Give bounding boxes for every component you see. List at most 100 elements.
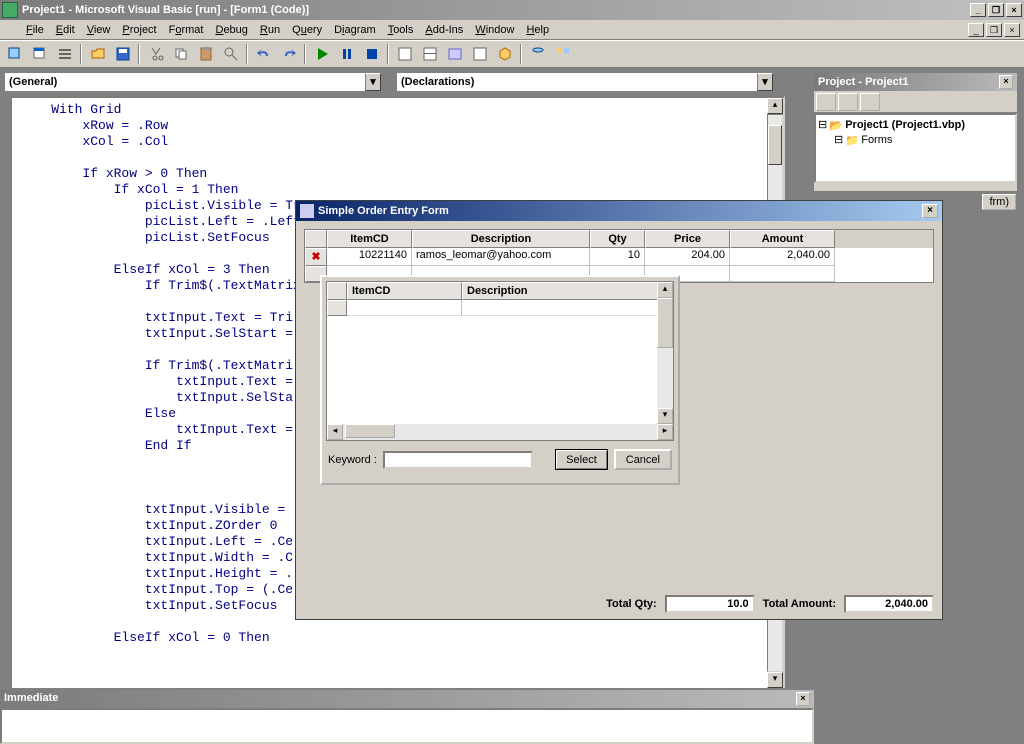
cell-qty[interactable]: 10: [590, 248, 645, 266]
end-button[interactable]: [360, 43, 383, 65]
add-form-button[interactable]: [28, 43, 51, 65]
cell-itemcd[interactable]: 10221140: [327, 248, 412, 266]
cancel-button[interactable]: Cancel: [614, 449, 672, 470]
table-row[interactable]: [327, 300, 673, 316]
cell-amount[interactable]: 2,040.00: [730, 248, 835, 266]
toolbar: [0, 40, 1024, 68]
immediate-body[interactable]: [0, 708, 814, 744]
lookup-header-marker: [327, 282, 347, 300]
save-button[interactable]: [111, 43, 134, 65]
menubar: File Edit View Project Format Debug Run …: [0, 20, 1024, 40]
object-combo-value: (General): [9, 76, 57, 88]
break-button[interactable]: [335, 43, 358, 65]
copy-button[interactable]: [169, 43, 192, 65]
table-row[interactable]: ✖ 10221140 ramos_leomar@yahoo.com 10 204…: [305, 248, 933, 266]
chevron-down-icon[interactable]: ▾: [757, 73, 773, 91]
keyword-label: Keyword :: [328, 454, 377, 466]
close-icon[interactable]: ×: [922, 204, 938, 218]
total-amount-label: Total Amount:: [763, 598, 836, 610]
scroll-left-icon[interactable]: ◂: [327, 424, 343, 440]
project-explorer: Project - Project1 × ⊟📂Project1 (Project…: [813, 72, 1018, 192]
keyword-input[interactable]: [383, 451, 533, 469]
frm-tab[interactable]: frm): [982, 194, 1016, 210]
app-title: Project1 - Microsoft Visual Basic [run] …: [22, 4, 968, 16]
view-object-button[interactable]: [838, 93, 858, 111]
menu-help[interactable]: Help: [520, 22, 555, 38]
project-pane-title: Project - Project1: [818, 76, 908, 88]
menu-editor-button[interactable]: [53, 43, 76, 65]
grid-header-amount[interactable]: Amount: [730, 230, 835, 248]
horizontal-scrollbar[interactable]: ◂ ▸: [327, 424, 673, 440]
procedure-combo[interactable]: (Declarations) ▾: [396, 72, 774, 92]
close-button[interactable]: ×: [1006, 3, 1022, 17]
add-project-button[interactable]: [3, 43, 26, 65]
total-qty-value: 10.0: [665, 595, 755, 613]
form-titlebar[interactable]: Simple Order Entry Form ×: [296, 201, 942, 221]
undo-button[interactable]: [252, 43, 275, 65]
lookup-header-itemcd[interactable]: ItemCD: [347, 282, 462, 300]
row-marker[interactable]: ✖: [305, 248, 327, 266]
toolbox-button[interactable]: [493, 43, 516, 65]
properties-button[interactable]: [418, 43, 441, 65]
redo-button[interactable]: [277, 43, 300, 65]
select-button[interactable]: Select: [555, 449, 608, 470]
restore-button[interactable]: ❐: [988, 3, 1004, 17]
mdi-restore-button[interactable]: ❐: [986, 23, 1002, 37]
procedure-combo-value: (Declarations): [401, 76, 474, 88]
vertical-scrollbar[interactable]: ▴ ▾: [657, 282, 673, 424]
lookup-grid[interactable]: ItemCD Description ▴ ▾ ◂ ▸: [326, 281, 674, 441]
menu-debug[interactable]: Debug: [209, 22, 253, 38]
project-explorer-button[interactable]: [393, 43, 416, 65]
object-combo[interactable]: (General) ▾: [4, 72, 382, 92]
lookup-header-description[interactable]: Description: [462, 282, 659, 300]
start-button[interactable]: [310, 43, 333, 65]
menu-format[interactable]: Format: [163, 22, 210, 38]
cell-description[interactable]: ramos_leomar@yahoo.com: [412, 248, 590, 266]
grid-header-description[interactable]: Description: [412, 230, 590, 248]
menu-project[interactable]: Project: [116, 22, 162, 38]
form-icon: [2, 22, 18, 38]
scroll-down-icon[interactable]: ▾: [657, 408, 673, 424]
delete-row-icon[interactable]: ✖: [311, 251, 320, 263]
paste-button[interactable]: [194, 43, 217, 65]
minimize-button[interactable]: _: [970, 3, 986, 17]
data-view-button[interactable]: [526, 43, 549, 65]
menu-window[interactable]: Window: [469, 22, 520, 38]
toggle-folders-button[interactable]: [860, 93, 880, 111]
object-browser-button[interactable]: [468, 43, 491, 65]
menu-edit[interactable]: Edit: [50, 22, 81, 38]
view-code-button[interactable]: [816, 93, 836, 111]
forms-folder: Forms: [861, 134, 892, 146]
open-button[interactable]: [86, 43, 109, 65]
menu-file[interactable]: File: [20, 22, 50, 38]
vb-icon: [2, 2, 18, 18]
menu-view[interactable]: View: [81, 22, 117, 38]
grid-header-itemcd[interactable]: ItemCD: [327, 230, 412, 248]
scroll-up-icon[interactable]: ▴: [767, 98, 783, 114]
form-title-text: Simple Order Entry Form: [318, 205, 449, 217]
form-layout-button[interactable]: [443, 43, 466, 65]
cell-price[interactable]: 204.00: [645, 248, 730, 266]
cut-button[interactable]: [144, 43, 167, 65]
chevron-down-icon[interactable]: ▾: [365, 73, 381, 91]
scroll-up-icon[interactable]: ▴: [657, 282, 673, 298]
menu-addins[interactable]: Add-Ins: [419, 22, 469, 38]
main-titlebar: Project1 - Microsoft Visual Basic [run] …: [0, 0, 1024, 20]
menu-query[interactable]: Query: [286, 22, 328, 38]
total-qty-label: Total Qty:: [606, 598, 657, 610]
mdi-minimize-button[interactable]: _: [968, 23, 984, 37]
project-tree[interactable]: ⊟📂Project1 (Project1.vbp) ⊟📁Forms: [814, 113, 1017, 183]
total-amount-value: 2,040.00: [844, 595, 934, 613]
menu-diagram[interactable]: Diagram: [328, 22, 382, 38]
menu-tools[interactable]: Tools: [382, 22, 420, 38]
close-icon[interactable]: ×: [999, 75, 1013, 89]
menu-run[interactable]: Run: [254, 22, 286, 38]
scroll-right-icon[interactable]: ▸: [657, 424, 673, 440]
scroll-down-icon[interactable]: ▾: [767, 672, 783, 688]
mdi-close-button[interactable]: ×: [1004, 23, 1020, 37]
find-button[interactable]: [219, 43, 242, 65]
grid-header-qty[interactable]: Qty: [590, 230, 645, 248]
close-icon[interactable]: ×: [796, 692, 810, 706]
component-manager-button[interactable]: [551, 43, 574, 65]
grid-header-price[interactable]: Price: [645, 230, 730, 248]
